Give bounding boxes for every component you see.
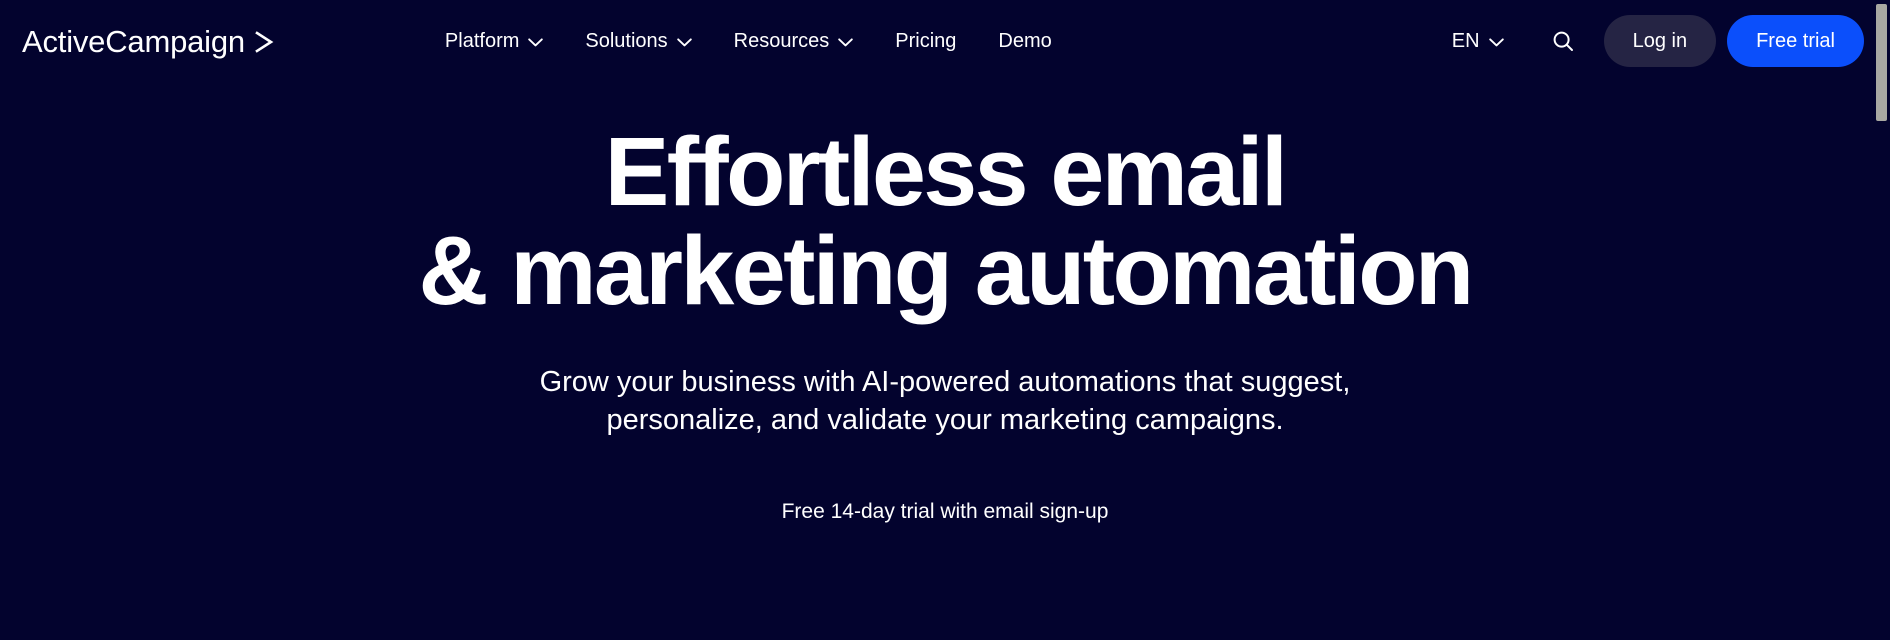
- nav-item-label: Solutions: [585, 30, 668, 52]
- nav-item-label: Demo: [998, 30, 1052, 52]
- hero-trial-note: Free 14-day trial with email sign-up: [781, 500, 1109, 523]
- nav-item-label: Platform: [444, 30, 520, 52]
- nav-item-demo[interactable]: Demo: [977, 23, 1072, 59]
- page-root: ActiveCampaign Platform Solutions Resour…: [0, 0, 1890, 640]
- search-button[interactable]: [1540, 18, 1586, 64]
- site-logo[interactable]: ActiveCampaign: [22, 26, 276, 57]
- page-title-line-1: Effortless email: [604, 117, 1288, 226]
- login-button[interactable]: Log in: [1603, 15, 1717, 67]
- page-title-line-2: & marketing automation: [418, 215, 1474, 325]
- hero-section: Effortless email & marketing automation …: [0, 82, 1890, 522]
- chevron-down-icon: [528, 37, 544, 47]
- language-label: EN: [1451, 30, 1480, 52]
- scrollbar-thumb[interactable]: [1876, 4, 1887, 121]
- site-header: ActiveCampaign Platform Solutions Resour…: [0, 0, 1890, 82]
- free-trial-button[interactable]: Free trial: [1727, 15, 1864, 67]
- nav-item-label: Resources: [733, 30, 830, 52]
- chevron-right-logo-icon: [254, 30, 276, 54]
- chevron-down-icon: [838, 37, 854, 47]
- nav-item-pricing[interactable]: Pricing: [874, 23, 977, 59]
- vertical-scrollbar[interactable]: [1873, 0, 1890, 640]
- page-title: Effortless email & marketing automation: [0, 82, 1890, 321]
- nav-item-label: Pricing: [895, 30, 957, 52]
- hero-subtitle: Grow your business with AI-powered autom…: [539, 365, 1351, 437]
- language-selector[interactable]: EN: [1442, 23, 1514, 59]
- primary-navigation: Platform Solutions Resources Pricing Dem…: [424, 23, 1073, 59]
- nav-item-resources[interactable]: Resources: [713, 23, 875, 59]
- logo-text: ActiveCampaign: [22, 23, 245, 59]
- nav-item-platform[interactable]: Platform: [424, 23, 564, 59]
- chevron-down-icon: [676, 37, 692, 47]
- nav-item-solutions[interactable]: Solutions: [564, 23, 712, 59]
- chevron-down-icon: [1488, 37, 1504, 47]
- header-actions: EN Log in Free trial: [1442, 15, 1864, 67]
- search-icon: [1551, 29, 1575, 53]
